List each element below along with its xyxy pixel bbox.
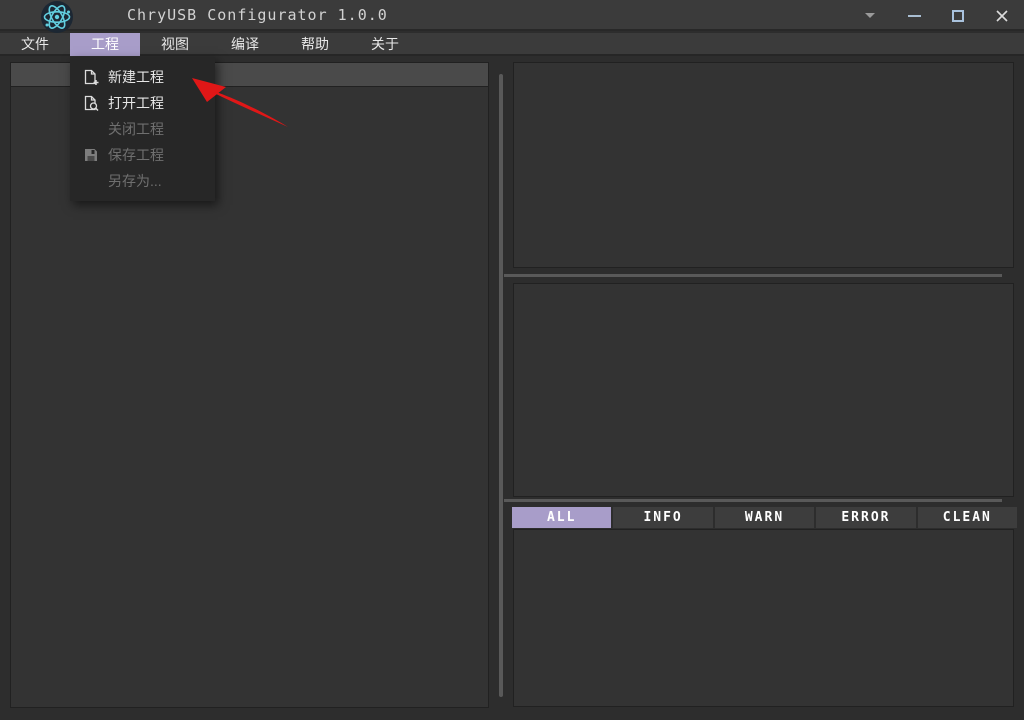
- menu-item-save-project: 保存工程: [70, 142, 215, 168]
- horizontal-splitter-1[interactable]: [504, 274, 1002, 277]
- detail-top-panel: [513, 62, 1014, 268]
- window-controls: [848, 0, 1024, 31]
- menu-item-help[interactable]: 帮助: [280, 33, 350, 56]
- detail-middle-panel: [513, 283, 1014, 497]
- menu-item-save-as: 另存为...: [70, 168, 215, 194]
- app-logo-icon: [40, 0, 74, 34]
- minimize-icon: [908, 15, 921, 17]
- menu-item-view[interactable]: 视图: [140, 33, 210, 56]
- save-icon: [80, 148, 102, 162]
- menubar: 文件 工程 视图 编译 帮助 关于: [0, 33, 1024, 56]
- menu-item-file[interactable]: 文件: [0, 33, 70, 56]
- menu-item-label: 关闭工程: [108, 119, 164, 139]
- menu-item-label: 打开工程: [108, 93, 164, 113]
- maximize-button[interactable]: [936, 0, 980, 31]
- log-tab-clean[interactable]: CLEAN: [918, 507, 1017, 528]
- horizontal-splitter-2[interactable]: [504, 499, 1002, 502]
- menu-item-project[interactable]: 工程: [70, 33, 140, 56]
- close-button[interactable]: [980, 0, 1024, 31]
- menu-item-label: 另存为...: [108, 171, 162, 191]
- vertical-splitter[interactable]: [499, 74, 503, 697]
- titlebar: ChryUSB Configurator 1.0.0: [0, 0, 1024, 31]
- log-tab-all[interactable]: ALL: [512, 507, 611, 528]
- log-tab-error[interactable]: ERROR: [816, 507, 915, 528]
- log-tab-info[interactable]: INFO: [613, 507, 712, 528]
- log-tab-warn[interactable]: WARN: [715, 507, 814, 528]
- menu-item-compile[interactable]: 编译: [210, 33, 280, 56]
- log-output-panel: [513, 529, 1014, 707]
- menu-item-about[interactable]: 关于: [350, 33, 420, 56]
- close-icon: [995, 9, 1009, 23]
- file-search-icon: [80, 95, 102, 112]
- log-filter-tabbar: ALL INFO WARN ERROR CLEAN: [512, 507, 1017, 528]
- red-arrow-annotation: [188, 74, 292, 135]
- maximize-icon: [952, 10, 964, 22]
- window-title: ChryUSB Configurator 1.0.0: [127, 0, 388, 31]
- minimize-button[interactable]: [892, 0, 936, 31]
- file-plus-icon: [80, 69, 102, 86]
- menu-item-label: 新建工程: [108, 67, 164, 87]
- menu-item-label: 保存工程: [108, 145, 164, 165]
- titlebar-menu-caret-icon[interactable]: [848, 0, 892, 31]
